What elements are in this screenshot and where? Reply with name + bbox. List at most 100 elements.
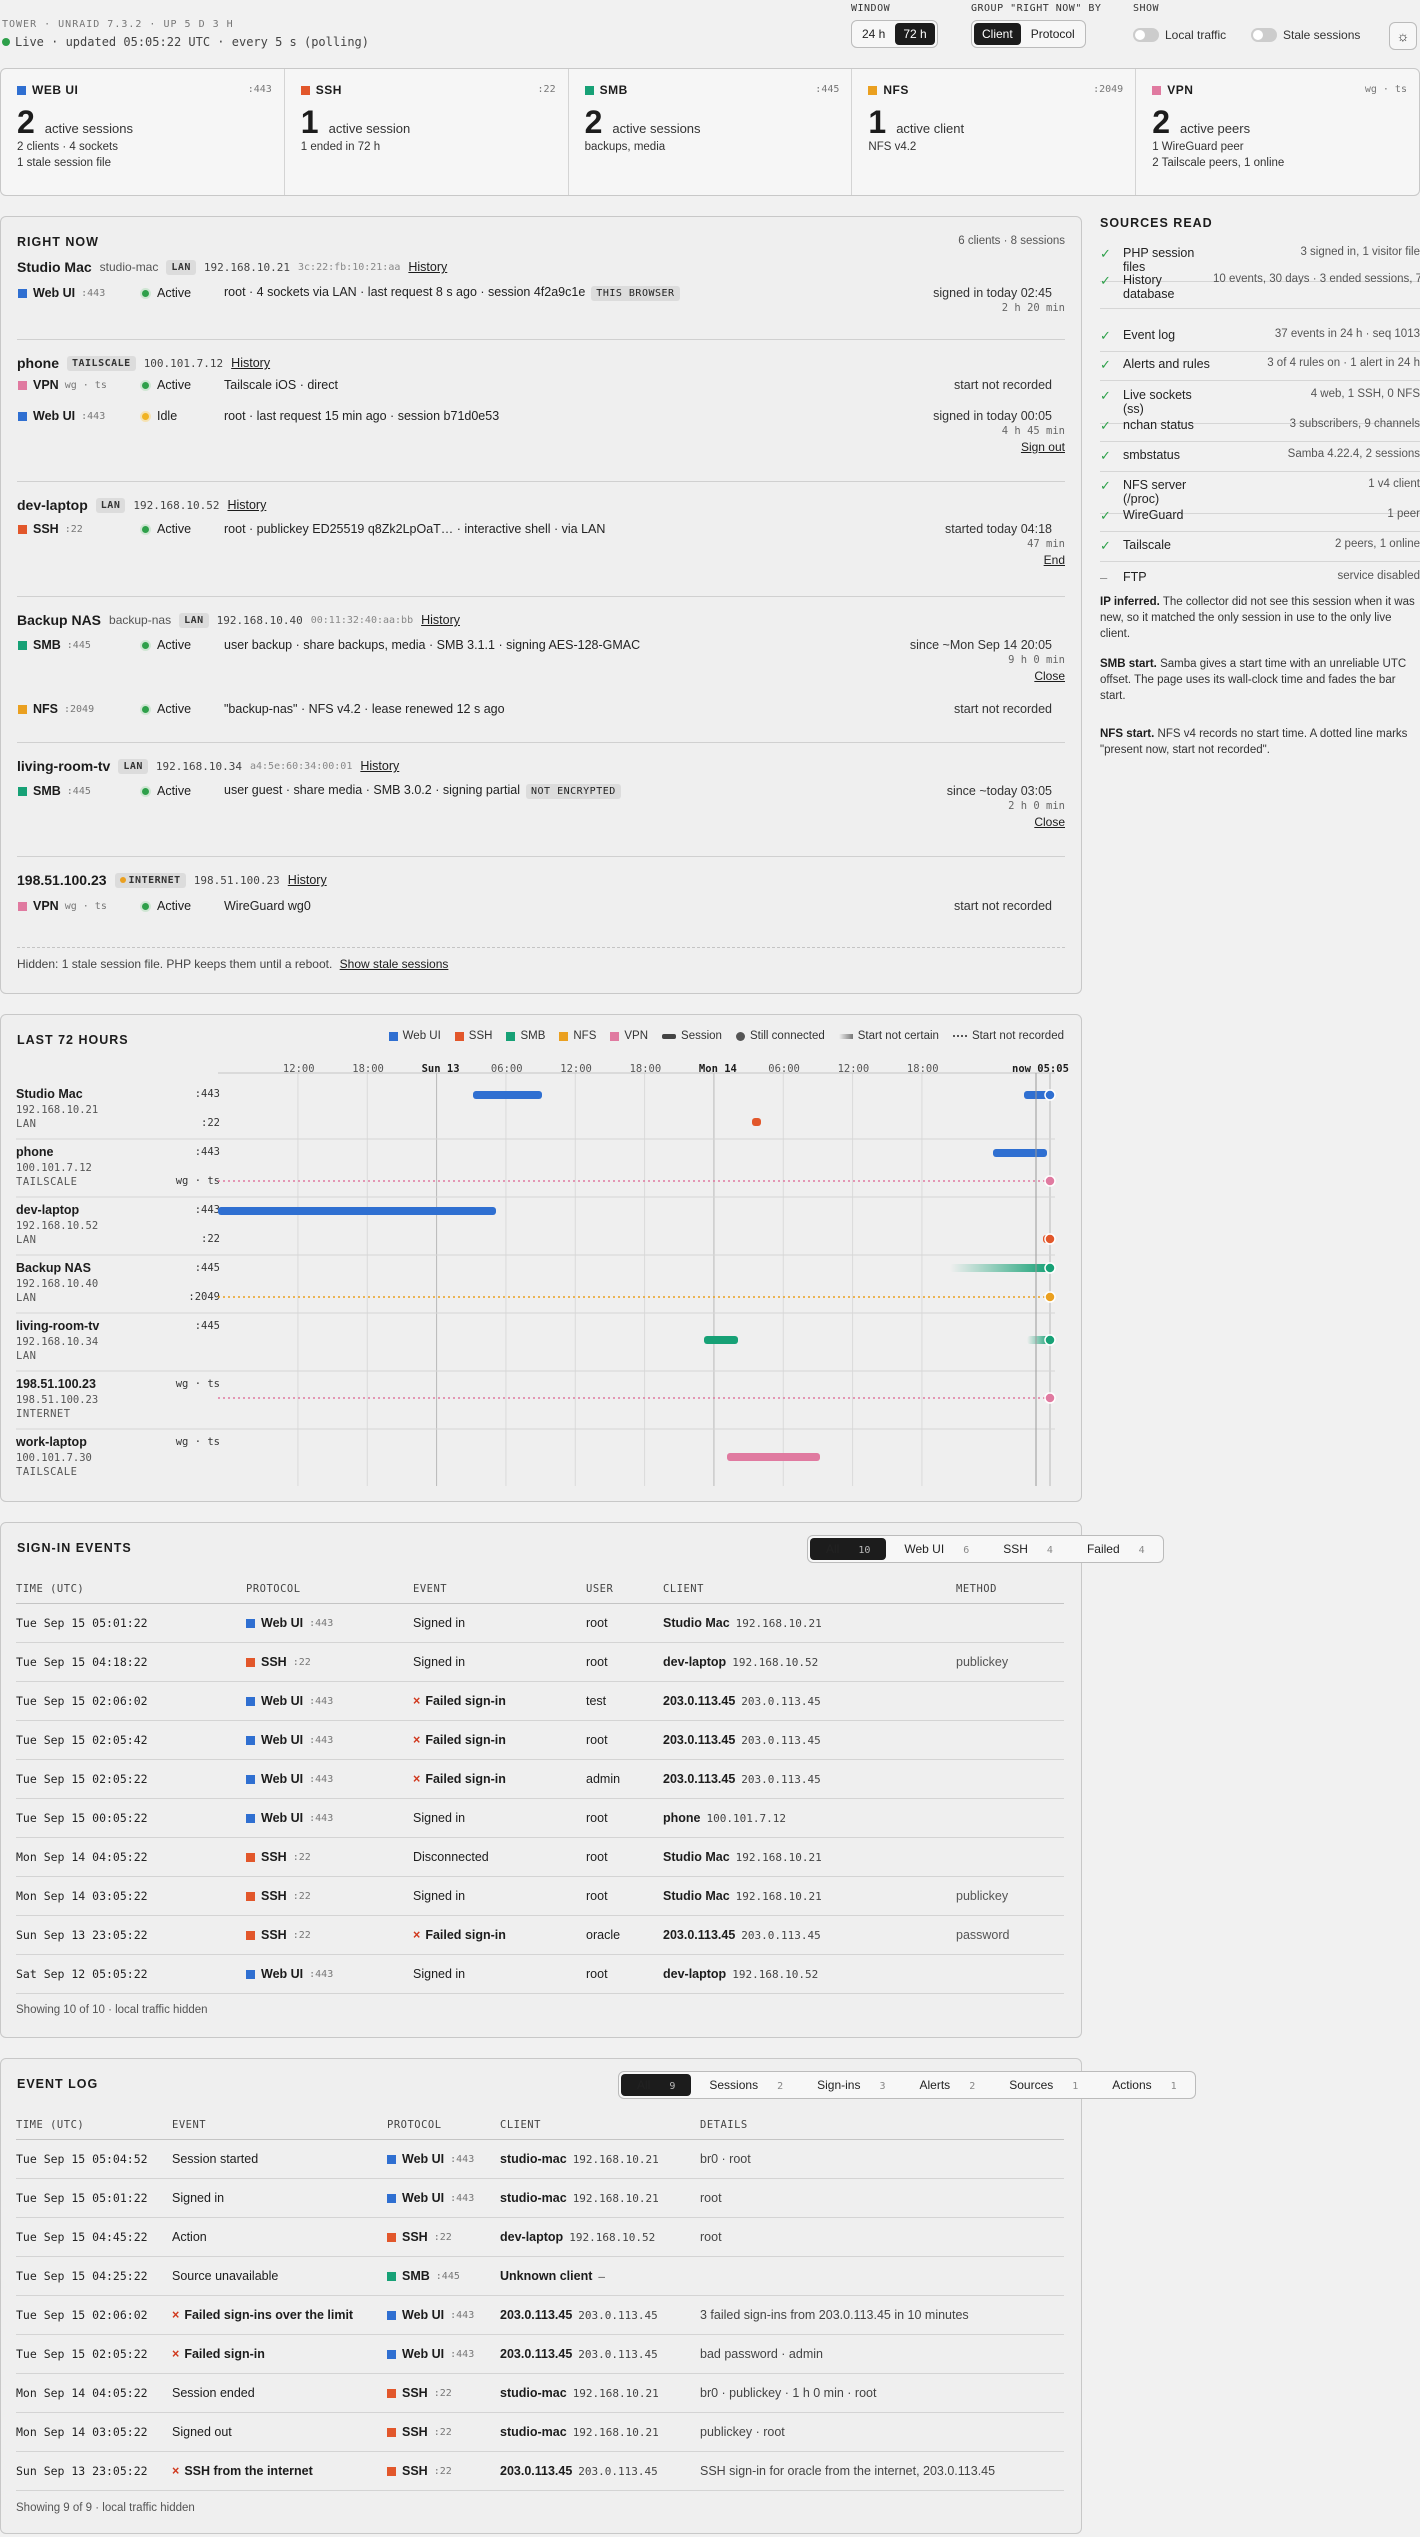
table-header: TIME (UTC) [16,2119,85,2131]
table-row: Tue Sep 15 05:01:22 Web UI:443 Signed in ro… [16,1604,1064,1643]
client-ip: 192.168.10.21 [572,2153,659,2166]
service-card[interactable]: WEB UI:443 2 active sessions 2 clients · 4 … [1,69,285,195]
client-name: 203.0.113.45 [663,1733,736,1747]
event-time: Sun Sep 13 23:05:22 [16,1928,148,1942]
event-method: password [956,1928,1010,1942]
protocol-color-icon [246,1774,255,1784]
history-link[interactable]: History [227,498,266,512]
eventlog-filter-sources[interactable]: Sources 1 [993,2074,1094,2096]
client-name: Studio Mac [663,1889,730,1903]
client-ip: 203.0.113.45 [578,2465,658,2478]
check-icon: ✓ [1100,246,1111,261]
protocol-name: Web UI [261,1967,304,1981]
eventlog-filter-label: Sessions [709,2078,759,2092]
close-button[interactable]: Close [1034,815,1065,829]
session-status: Active [140,899,224,913]
failed-x-icon: × [172,2347,180,2361]
protocol-name: Web UI [261,1694,304,1708]
window-24h[interactable]: 24 h [854,23,893,45]
service-count-row: 2 active sessions [17,106,270,138]
end-button[interactable]: End [1044,553,1065,567]
close-button[interactable]: Close [1034,669,1065,683]
signins-filter-failed[interactable]: Failed 4 [1071,1538,1161,1560]
protocol-port: :445 [435,2270,460,2282]
service-card[interactable]: SSH:22 1 active session 1 ended in 72 h [285,69,569,195]
signins-footer: Showing 10 of 10 · local traffic hidden [16,2004,208,2016]
history-link[interactable]: History [231,356,270,370]
switch-icon[interactable] [1133,28,1159,42]
status-label: Active [157,638,192,652]
client-ip: 192.168.10.21 [735,1617,822,1630]
legend-label: VPN [624,1030,649,1042]
client-name: dev-laptop [500,2230,564,2244]
device-separator [17,596,1065,597]
history-link[interactable]: History [408,260,447,274]
event-time: Tue Sep 15 02:05:22 [16,1772,148,1786]
active-dot-icon [140,703,151,715]
sign-out-button[interactable]: Sign out [1021,440,1065,454]
event-protocol: Web UI:443 [387,2308,474,2322]
legend-label: Start not recorded [971,1030,1064,1042]
event-method: publickey [956,1889,1009,1903]
history-link[interactable]: History [421,613,460,627]
legend-swatch-icon [506,1031,516,1041]
event-name: Signed in [413,1616,465,1630]
service-card[interactable]: VPN wg · ts 2 active peers 1 WireGuard peer 2… [1136,69,1419,195]
event-protocol: SSH:22 [246,1655,311,1669]
protocol-color-icon [18,901,27,911]
session-protocol: VPN wg · ts [18,899,140,913]
eventlog-filter-sign-ins[interactable]: Sign-ins 3 [801,2074,901,2096]
protocol-color-icon [246,1618,255,1628]
history-link[interactable]: History [360,759,399,773]
group-client[interactable]: Client [974,23,1021,45]
event-user: root [586,1655,608,1669]
device-name: 198.51.100.23 [17,872,107,888]
event-label: SSH from the internet [184,2464,313,2478]
event-details: br0 · publickey · 1 h 0 min · root [700,2386,877,2400]
service-count: 1 [300,104,319,140]
legend-swatch-icon [388,1031,398,1041]
switch-icon[interactable] [1251,28,1277,42]
eventlog-footer: Showing 9 of 9 · local traffic hidden [16,2502,195,2514]
toggle-local-traffic[interactable]: Local traffic [1133,28,1226,42]
source-name: Tailscale [1123,538,1171,552]
service-card[interactable]: NFS:2049 1 active client NFS v4.2 [852,69,1137,195]
status-label: Idle [157,409,178,423]
eventlog-filter-label: Sources [1009,2078,1054,2092]
window-72h[interactable]: 72 h [895,23,935,45]
legend-label: Still connected [749,1030,825,1042]
protocol-color-icon [246,1813,255,1823]
session-duration: 2 h 20 min [1001,302,1065,314]
event-name: × Failed sign-in [413,1772,506,1786]
service-name: WEB UI [17,83,270,97]
signins-filter-all[interactable]: All 10 [810,1538,887,1560]
eventlog-filter-alerts[interactable]: Alerts 2 [904,2074,992,2096]
event-client: dev-laptop 192.168.10.52 [663,1967,818,1981]
protocol-port: :443 [450,2192,475,2204]
eventlog-filter-actions[interactable]: Actions 1 [1096,2074,1192,2096]
protocol-port: :22 [292,1890,311,1902]
service-card[interactable]: SMB:445 2 active sessions backups, media [569,69,853,195]
signins-filter-ssh[interactable]: SSH 4 [987,1538,1069,1560]
device-header: Backup NAS backup-nas LAN 192.168.10.40 00:1… [17,612,460,628]
show-stale-link[interactable]: Show stale sessions [340,957,449,971]
group-protocol[interactable]: Protocol [1023,23,1083,45]
table-row: Tue Sep 15 02:05:22 Web UI:443 × Failed sig… [16,1760,1064,1799]
source-name: FTP [1123,570,1147,584]
toggle-stale-sessions[interactable]: Stale sessions [1251,28,1360,42]
history-link[interactable]: History [288,873,327,887]
failed-x-icon: × [413,1928,421,1942]
device-tag-label: LAN [171,261,191,273]
table-header: CLIENT [663,1583,704,1595]
eventlog-filter-all[interactable]: All 9 [621,2074,692,2096]
event-name: × Failed sign-ins over the limit [172,2308,353,2322]
theme-button[interactable]: ☼ [1389,22,1417,50]
client-name: 203.0.113.45 [500,2347,573,2361]
failed-x-icon: × [172,2464,180,2478]
eventlog-filter-sessions[interactable]: Sessions 2 [693,2074,799,2096]
session-started: signed in today 00:05 [933,409,1052,423]
signins-filter-web-ui[interactable]: Web UI 6 [888,1538,985,1560]
service-count-row: 1 active session [300,104,554,140]
protocol-name: Web UI [402,2347,445,2361]
device-tag: TAILSCALE [67,355,136,371]
